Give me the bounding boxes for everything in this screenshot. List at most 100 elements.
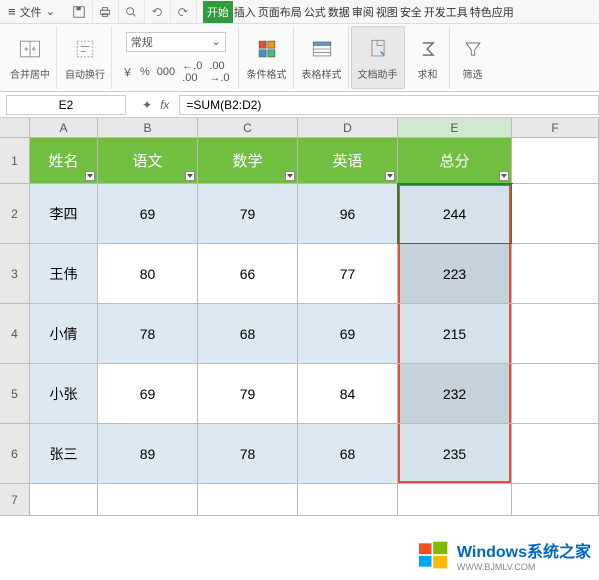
tab-security[interactable]: 安全	[399, 1, 423, 23]
chevron-down-icon: ⌄	[46, 5, 55, 18]
col-header-C[interactable]: C	[198, 118, 298, 138]
tab-layout[interactable]: 页面布局	[257, 1, 303, 23]
row-header-7[interactable]: 7	[0, 484, 30, 516]
file-label: 文件	[20, 4, 42, 20]
cell-A5[interactable]: 小张	[30, 364, 98, 424]
tab-review[interactable]: 审阅	[351, 1, 375, 23]
cell-F1[interactable]	[512, 138, 599, 184]
table-style-button[interactable]: 表格样式	[296, 26, 349, 89]
cell-D5[interactable]: 84	[298, 364, 398, 424]
cell-B6[interactable]: 89	[98, 424, 198, 484]
dec-decimal-button[interactable]: .00→.0	[207, 60, 231, 84]
cell-A7[interactable]	[30, 484, 98, 516]
tab-special[interactable]: 特色应用	[469, 1, 515, 23]
inc-decimal-button[interactable]: ←.0.00	[180, 60, 204, 84]
preview-icon[interactable]	[119, 1, 145, 23]
cell-B3[interactable]: 80	[98, 244, 198, 304]
conditional-format-button[interactable]: 条件格式	[241, 26, 294, 89]
filter-dropdown-icon[interactable]	[185, 171, 195, 181]
tab-start[interactable]: 开始	[203, 1, 233, 23]
cell-F4[interactable]	[512, 304, 599, 364]
number-format-dropdown[interactable]: 常规 ⌄	[126, 32, 226, 52]
cell-F2[interactable]	[512, 184, 599, 244]
cell-C7[interactable]	[198, 484, 298, 516]
cell-B4[interactable]: 78	[98, 304, 198, 364]
cond-format-icon	[252, 34, 282, 64]
row-header-3[interactable]: 3	[0, 244, 30, 304]
header-math[interactable]: 数学	[198, 138, 298, 184]
currency-button[interactable]: ￥	[120, 64, 135, 80]
redo-icon[interactable]	[171, 1, 197, 23]
cell-F6[interactable]	[512, 424, 599, 484]
col-header-D[interactable]: D	[298, 118, 398, 138]
filter-dropdown-icon[interactable]	[499, 171, 509, 181]
col-header-A[interactable]: A	[30, 118, 98, 138]
cell-F3[interactable]	[512, 244, 599, 304]
doc-helper-button[interactable]: 文档助手	[351, 26, 405, 89]
col-header-F[interactable]: F	[512, 118, 599, 138]
col-header-B[interactable]: B	[98, 118, 198, 138]
file-menu[interactable]: ≡ 文件 ⌄	[0, 4, 63, 20]
cell-A3[interactable]: 王伟	[30, 244, 98, 304]
cell-C5[interactable]: 79	[198, 364, 298, 424]
name-box[interactable]: E2	[6, 95, 126, 115]
cell-F7[interactable]	[512, 484, 599, 516]
row-header-5[interactable]: 5	[0, 364, 30, 424]
header-english[interactable]: 英语	[298, 138, 398, 184]
header-total[interactable]: 总分	[398, 138, 512, 184]
cell-A2[interactable]: 李四	[30, 184, 98, 244]
fx-label[interactable]: fx	[160, 98, 169, 112]
percent-button[interactable]: %	[138, 66, 152, 78]
sum-button[interactable]: 求和	[407, 26, 450, 89]
cell-E5[interactable]: 232	[398, 364, 512, 424]
tab-dev[interactable]: 开发工具	[423, 1, 469, 23]
cell-D7[interactable]	[298, 484, 398, 516]
filter-button[interactable]: 筛选	[452, 26, 494, 89]
cell-E6[interactable]: 235	[398, 424, 512, 484]
tab-insert[interactable]: 插入	[233, 1, 257, 23]
merge-cells-button[interactable]: 合并居中	[4, 26, 57, 89]
filter-dropdown-icon[interactable]	[385, 171, 395, 181]
filter-dropdown-icon[interactable]	[85, 171, 95, 181]
cell-C6[interactable]: 78	[198, 424, 298, 484]
row-header-2[interactable]: 2	[0, 184, 30, 244]
col-header-E[interactable]: E	[398, 118, 512, 138]
cell-A4[interactable]: 小倩	[30, 304, 98, 364]
cell-C4[interactable]: 68	[198, 304, 298, 364]
row-header-6[interactable]: 6	[0, 424, 30, 484]
undo-icon[interactable]	[145, 1, 171, 23]
table-style-label: 表格样式	[302, 66, 342, 81]
quick-access-toolbar	[67, 1, 197, 23]
wrap-text-button[interactable]: 自动换行	[59, 26, 112, 89]
row-header-4[interactable]: 4	[0, 304, 30, 364]
cell-F5[interactable]	[512, 364, 599, 424]
save-icon[interactable]	[67, 1, 93, 23]
filter-dropdown-icon[interactable]	[285, 171, 295, 181]
print-icon[interactable]	[93, 1, 119, 23]
cell-B5[interactable]: 69	[98, 364, 198, 424]
header-chinese[interactable]: 语文	[98, 138, 198, 184]
cell-B2[interactable]: 69	[98, 184, 198, 244]
tab-formula[interactable]: 公式	[303, 1, 327, 23]
cell-D4[interactable]: 69	[298, 304, 398, 364]
cell-C3[interactable]: 66	[198, 244, 298, 304]
cell-E2[interactable]: 244	[398, 184, 512, 244]
row-header-1[interactable]: 1	[0, 138, 30, 184]
cell-E4[interactable]: 215	[398, 304, 512, 364]
cell-E3[interactable]: 223	[398, 244, 512, 304]
cell-D3[interactable]: 77	[298, 244, 398, 304]
cell-D6[interactable]: 68	[298, 424, 398, 484]
header-name[interactable]: 姓名	[30, 138, 98, 184]
select-all-corner[interactable]	[0, 118, 30, 138]
cell-B7[interactable]	[98, 484, 198, 516]
cell-C2[interactable]: 79	[198, 184, 298, 244]
ribbon-tabs: 开始 插入 页面布局 公式 数据 审阅 视图 安全 开发工具 特色应用	[203, 1, 515, 23]
cell-D2[interactable]: 96	[298, 184, 398, 244]
cell-A6[interactable]: 张三	[30, 424, 98, 484]
cell-E7[interactable]	[398, 484, 512, 516]
tab-data[interactable]: 数据	[327, 1, 351, 23]
comma-button[interactable]: 000	[155, 66, 177, 78]
tab-view[interactable]: 视图	[375, 1, 399, 23]
formula-input[interactable]: =SUM(B2:D2)	[179, 95, 599, 115]
insert-function-icon[interactable]: ✦	[142, 98, 152, 112]
